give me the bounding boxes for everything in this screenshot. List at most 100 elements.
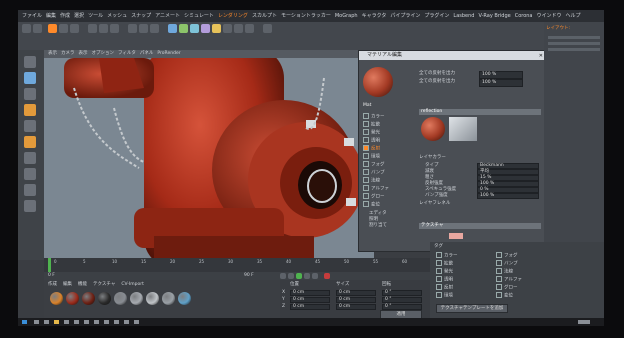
material-ball[interactable]	[66, 292, 79, 305]
close-icon[interactable]: ✕	[539, 52, 543, 61]
task-view-icon[interactable]	[44, 320, 49, 324]
camera-icon[interactable]	[234, 24, 243, 33]
channel-item[interactable]: バンプ	[363, 169, 385, 177]
coord-field[interactable]: 0 cm	[336, 297, 376, 303]
side-link-assign[interactable]: 割り当て	[369, 223, 387, 229]
menu-item[interactable]: プラグイン	[424, 10, 449, 22]
attribute-checkbox-row[interactable]: 透明	[436, 276, 453, 284]
dialog-titlebar[interactable]: マテリアル編集 ✕	[359, 51, 545, 60]
attribute-checkbox-row[interactable]: 発光	[436, 268, 453, 276]
channel-item[interactable]: 法線	[363, 177, 380, 185]
app-icon[interactable]	[114, 320, 119, 324]
points-mode-icon[interactable]	[24, 104, 36, 116]
channel-checkbox[interactable]	[363, 137, 369, 143]
axis-z-icon[interactable]	[110, 24, 119, 33]
menu-item[interactable]: アニメート	[155, 10, 180, 22]
attribute-checkbox[interactable]	[436, 268, 442, 274]
attribute-checkbox[interactable]	[496, 268, 502, 274]
layout-label[interactable]: レイアウト:	[546, 26, 570, 32]
attribute-checkbox[interactable]	[496, 252, 502, 258]
go-to-end-icon[interactable]	[312, 273, 318, 279]
coord-field[interactable]: 0 cm	[290, 290, 330, 296]
material-menu-item[interactable]: 編集	[63, 282, 72, 287]
step-forward-icon[interactable]	[304, 273, 310, 279]
menu-item[interactable]: V-Ray Bridge	[478, 10, 510, 22]
attribute-checkbox-row[interactable]: フォグ	[496, 252, 518, 260]
reflection-section-header[interactable]: reflection	[419, 109, 541, 115]
render-view-icon[interactable]	[128, 24, 137, 33]
channel-item[interactable]: 変位	[363, 201, 380, 209]
app-icon[interactable]	[134, 320, 139, 324]
layer-color-swatch[interactable]	[449, 233, 463, 239]
attribute-checkbox[interactable]	[436, 276, 442, 282]
top-prop-field-2[interactable]: 100 %	[479, 79, 523, 87]
start-icon[interactable]	[22, 320, 27, 324]
sculpt-icon[interactable]	[24, 168, 36, 180]
attribute-checkbox-row[interactable]: カラー	[436, 252, 458, 260]
app-icon[interactable]	[104, 320, 109, 324]
attribute-checkbox[interactable]	[436, 292, 442, 298]
redo-icon[interactable]	[33, 24, 42, 33]
channel-checkbox[interactable]	[363, 177, 369, 183]
app-icon[interactable]	[94, 320, 99, 324]
channel-item[interactable]: カラー	[363, 113, 385, 121]
play-icon[interactable]	[296, 273, 302, 279]
channel-item[interactable]: 拡散	[363, 121, 380, 129]
viewport-menu-item[interactable]: オプション	[92, 51, 115, 56]
material-ball[interactable]	[114, 292, 127, 305]
axis-y-icon[interactable]	[99, 24, 108, 33]
channel-checkbox[interactable]	[363, 153, 369, 159]
menu-item[interactable]: Corona	[515, 10, 533, 22]
menu-item[interactable]: ヘルプ	[566, 10, 581, 22]
material-ball[interactable]	[98, 292, 111, 305]
deformer-icon[interactable]	[212, 24, 221, 33]
channel-checkbox[interactable]	[363, 185, 369, 191]
material-ball[interactable]	[178, 292, 191, 305]
attribute-checkbox[interactable]	[436, 260, 442, 266]
material-ball[interactable]	[82, 292, 95, 305]
material-ball[interactable]	[146, 292, 159, 305]
channel-checkbox[interactable]	[363, 193, 369, 199]
prop-field[interactable]: 100 %	[477, 193, 539, 199]
attribute-checkbox[interactable]	[496, 292, 502, 298]
coord-field[interactable]: 0 cm	[336, 290, 376, 296]
step-back-icon[interactable]	[288, 273, 294, 279]
nurbs-icon[interactable]	[190, 24, 199, 33]
texture-section-header[interactable]: テクスチャ	[419, 223, 541, 229]
menu-item[interactable]: レンダリング	[218, 10, 248, 22]
menu-item[interactable]: ファイル	[22, 10, 42, 22]
channel-checkbox[interactable]	[363, 121, 369, 127]
attribute-checkbox-row[interactable]: 環境	[436, 292, 453, 300]
menu-item[interactable]: モーショントラッカー	[281, 10, 331, 22]
menu-item[interactable]: シミュレート	[184, 10, 214, 22]
go-to-start-icon[interactable]	[280, 273, 286, 279]
cube-icon[interactable]	[168, 24, 177, 33]
channel-item[interactable]: 発光	[363, 129, 380, 137]
explorer-icon[interactable]	[54, 320, 59, 324]
attribute-checkbox[interactable]	[496, 276, 502, 282]
coord-field[interactable]: 0 cm	[336, 304, 376, 310]
axis-x-icon[interactable]	[88, 24, 97, 33]
frame-end[interactable]: 90 F	[244, 273, 254, 279]
attribute-checkbox-row[interactable]: 変位	[496, 292, 513, 300]
viewport-menu-item[interactable]: パネル	[140, 51, 154, 56]
attribute-checkbox-row[interactable]: アルファ	[496, 276, 522, 284]
material-menu-item[interactable]: 機能	[78, 282, 87, 287]
attribute-checkbox[interactable]	[436, 252, 442, 258]
channel-item[interactable]: 環境	[363, 153, 380, 161]
app-icon[interactable]	[64, 320, 69, 324]
coord-field[interactable]: 0 cm	[290, 297, 330, 303]
attribute-checkbox-row[interactable]: グロー	[496, 284, 518, 292]
menu-item[interactable]: スカルプト	[252, 10, 277, 22]
menu-item[interactable]: 編集	[46, 10, 56, 22]
viewport-menu-item[interactable]: 表示	[79, 51, 88, 56]
texture-mode-icon[interactable]	[24, 88, 36, 100]
attribute-checkbox-row[interactable]: 反射	[436, 284, 453, 292]
rotate-tool-icon[interactable]	[70, 24, 79, 33]
coord-field[interactable]: 0 cm	[290, 304, 330, 310]
search-icon[interactable]	[34, 320, 39, 324]
model-mode-icon[interactable]	[24, 72, 36, 84]
channel-checkbox[interactable]	[363, 161, 369, 167]
spline-icon[interactable]	[179, 24, 188, 33]
attribute-checkbox[interactable]	[496, 284, 502, 290]
